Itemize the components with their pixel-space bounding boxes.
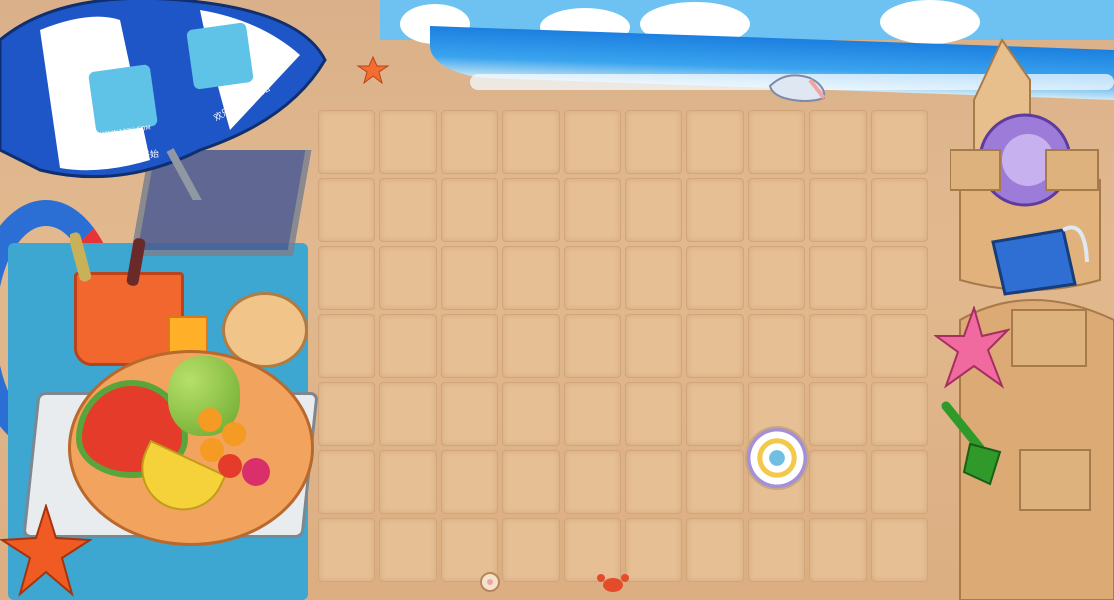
- board-tile[interactable]: [563, 450, 621, 514]
- board-tile[interactable]: [870, 314, 928, 378]
- board-tile[interactable]: [809, 450, 867, 514]
- board-tile[interactable]: [809, 110, 867, 174]
- board-tile[interactable]: [625, 382, 683, 446]
- board-tile[interactable]: [809, 314, 867, 378]
- board-tile[interactable]: [440, 246, 499, 310]
- board-tile[interactable]: [870, 110, 928, 174]
- board-tile[interactable]: [502, 518, 560, 582]
- board-tile[interactable]: [870, 178, 928, 242]
- bottles-icon: [70, 232, 146, 286]
- board-tile[interactable]: [686, 518, 744, 582]
- board-tile[interactable]: [747, 246, 806, 310]
- board-tile[interactable]: [563, 314, 621, 378]
- board-tile[interactable]: [563, 246, 621, 310]
- board-tile[interactable]: [379, 450, 437, 514]
- board-tile[interactable]: [440, 382, 499, 446]
- board-tile[interactable]: [625, 178, 683, 242]
- board-tile[interactable]: [747, 110, 806, 174]
- board-tile[interactable]: [379, 382, 437, 446]
- small-shell-icon: [480, 572, 500, 592]
- board-tile[interactable]: [318, 314, 376, 378]
- board-tile[interactable]: [809, 246, 867, 310]
- board-tile[interactable]: [318, 246, 376, 310]
- board-tile[interactable]: [379, 314, 437, 378]
- board-tile[interactable]: [625, 246, 683, 310]
- board-tile[interactable]: [563, 178, 621, 242]
- board-tile[interactable]: [379, 178, 437, 242]
- board-tile[interactable]: [625, 518, 683, 582]
- board-tile[interactable]: [502, 382, 560, 446]
- board-tile[interactable]: [686, 246, 744, 310]
- board-tile[interactable]: [318, 518, 376, 582]
- board-tile[interactable]: [809, 382, 867, 446]
- board-tile[interactable]: [563, 382, 621, 446]
- pink-starfish-icon: [934, 306, 1010, 389]
- board-tile[interactable]: [379, 518, 437, 582]
- board-tile[interactable]: [686, 110, 744, 174]
- board-tile[interactable]: [625, 110, 683, 174]
- board-tile[interactable]: [440, 314, 499, 378]
- board-tile[interactable]: [625, 450, 683, 514]
- starfish-icon: [356, 56, 390, 84]
- oranges-icon: [198, 408, 270, 486]
- starfish-icon: [0, 504, 92, 597]
- sand-bucket-icon: [991, 225, 1089, 296]
- shovel-icon: [941, 401, 1002, 486]
- board-tile[interactable]: [502, 178, 560, 242]
- board-tile[interactable]: [870, 382, 928, 446]
- board-tile[interactable]: [502, 246, 560, 310]
- board-tile[interactable]: [318, 450, 376, 514]
- beach-game-scene: 欢乐从这里开始 欢乐从这里开始 WWW.123U.COM: [0, 0, 1114, 600]
- game-board[interactable]: [318, 110, 928, 582]
- crab-icon: [597, 574, 629, 592]
- board-tile[interactable]: [686, 382, 744, 446]
- board-tile[interactable]: [870, 246, 928, 310]
- board-tile[interactable]: [809, 518, 867, 582]
- board-tile[interactable]: [502, 450, 560, 514]
- board-tile[interactable]: [440, 110, 499, 174]
- beach-umbrella-icon: [0, 0, 327, 200]
- board-tile[interactable]: [686, 450, 744, 514]
- board-tile[interactable]: [686, 314, 744, 378]
- conch-shell-icon: [768, 74, 826, 102]
- board-tile[interactable]: [440, 450, 499, 514]
- board-tile[interactable]: [502, 314, 560, 378]
- board-tile[interactable]: [747, 518, 806, 582]
- board-tile[interactable]: [747, 314, 806, 378]
- board-tile[interactable]: [747, 178, 806, 242]
- board-tile[interactable]: [318, 382, 376, 446]
- board-tile[interactable]: [379, 110, 437, 174]
- board-tile[interactable]: [440, 178, 499, 242]
- board-tile[interactable]: [625, 314, 683, 378]
- board-tile[interactable]: [870, 450, 928, 514]
- board-tile[interactable]: [502, 110, 560, 174]
- board-tile[interactable]: [870, 518, 928, 582]
- board-tile[interactable]: [379, 246, 437, 310]
- board-tile[interactable]: [809, 178, 867, 242]
- sea-shell-piece[interactable]: [745, 426, 809, 490]
- board-tile[interactable]: [563, 110, 621, 174]
- board-tile[interactable]: [686, 178, 744, 242]
